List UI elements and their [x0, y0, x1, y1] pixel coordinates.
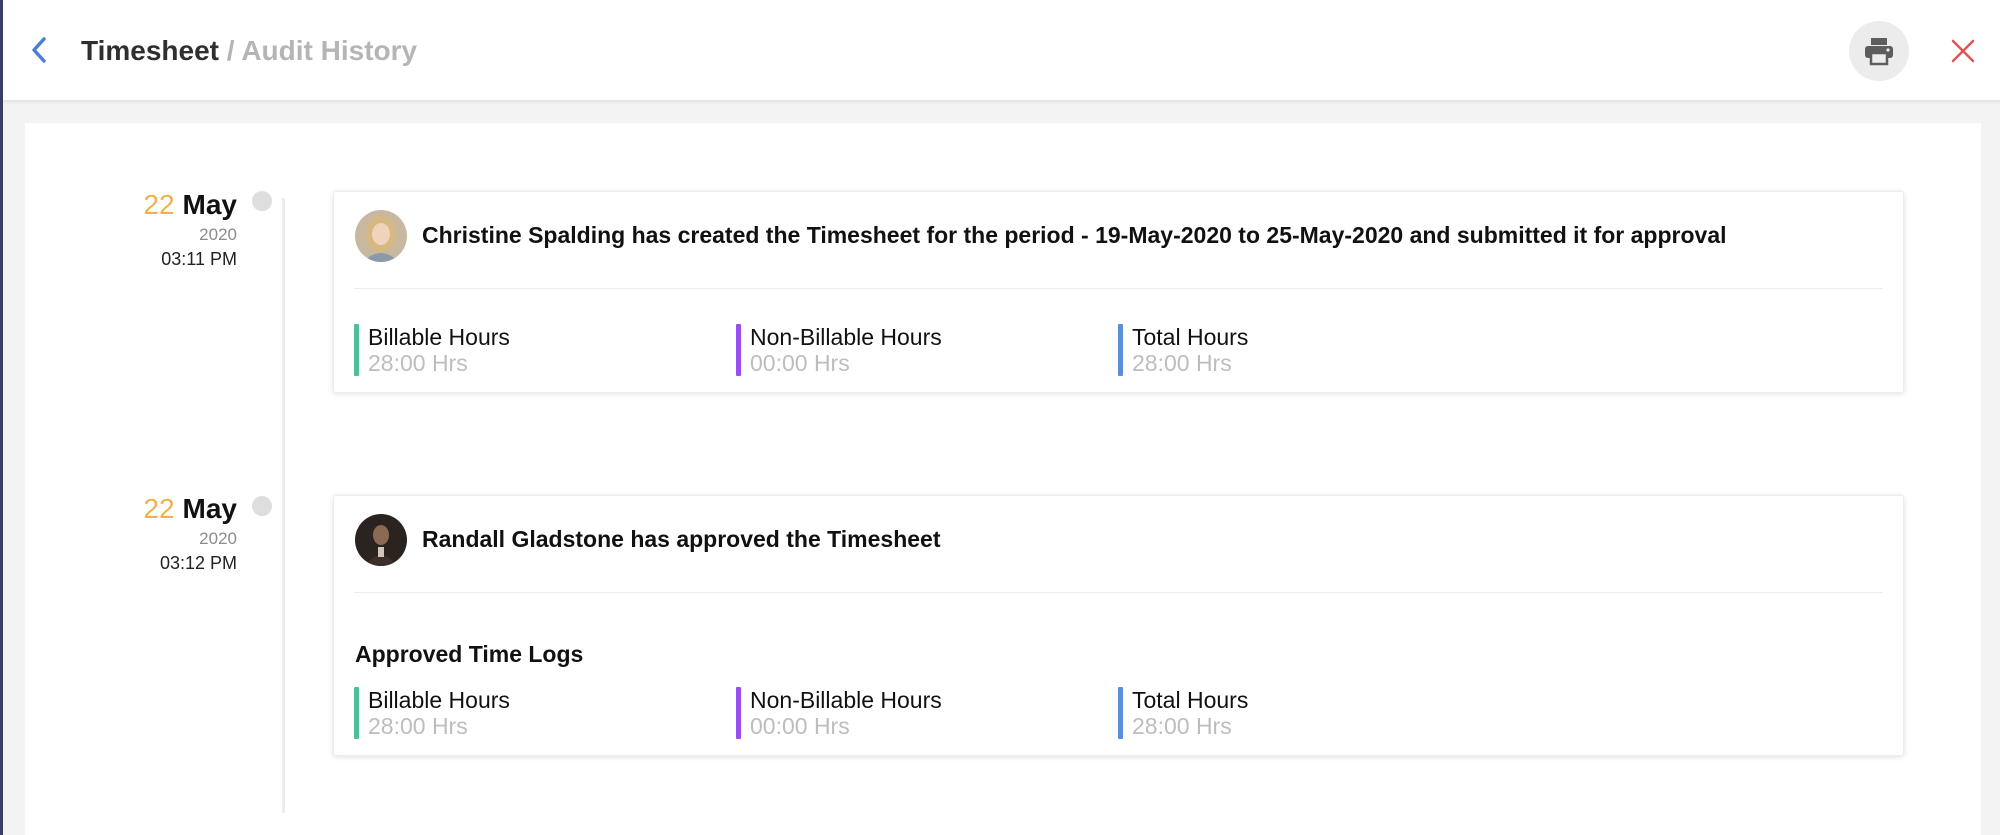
audit-message: Randall Gladstone has approved the Times…	[422, 526, 941, 552]
stat-value: 28:00 Hrs	[1132, 713, 1232, 739]
printer-icon	[1865, 38, 1893, 66]
page-header: Timesheet / Audit History	[3, 0, 2000, 102]
chevron-left-icon	[32, 37, 46, 63]
audit-card: Randall Gladstone has approved the Times…	[333, 495, 1904, 756]
stat-total-hours: Total Hours 28:00 Hrs	[1118, 324, 1248, 376]
stat-non-billable-hours: Non-Billable Hours 00:00 Hrs	[736, 687, 942, 739]
stat-label: Billable Hours	[368, 324, 510, 350]
date-month: May	[182, 493, 237, 524]
entry-date: 22 May 2020 03:11 PM	[37, 189, 237, 271]
stat-billable-hours: Billable Hours 28:00 Hrs	[354, 687, 510, 739]
timeline-dot	[252, 191, 272, 211]
date-year: 2020	[199, 225, 237, 244]
page-title-main: Timesheet	[81, 35, 219, 66]
stat-value: 00:00 Hrs	[750, 713, 850, 739]
audit-message: Christine Spalding has created the Times…	[422, 222, 1727, 248]
stat-total-hours: Total Hours 28:00 Hrs	[1118, 687, 1248, 739]
stat-label: Non-Billable Hours	[750, 324, 942, 350]
date-day: 22	[143, 493, 175, 524]
timeline-line	[282, 198, 285, 813]
back-button[interactable]	[23, 32, 55, 68]
audit-card: Christine Spalding has created the Times…	[333, 191, 1904, 393]
avatar	[355, 210, 407, 262]
stat-label: Total Hours	[1132, 687, 1249, 713]
date-time: 03:11 PM	[161, 249, 237, 269]
billable-bar	[354, 687, 359, 739]
page-title: Timesheet / Audit History	[81, 34, 417, 68]
non-billable-bar	[736, 324, 741, 376]
close-button[interactable]	[1947, 35, 1979, 67]
avatar	[355, 514, 407, 566]
avatar-christine	[355, 210, 407, 262]
stat-label: Billable Hours	[368, 687, 510, 713]
stat-value: 00:00 Hrs	[750, 350, 850, 376]
total-bar	[1118, 687, 1123, 739]
stat-label: Total Hours	[1132, 324, 1249, 350]
date-month: May	[182, 189, 237, 220]
avatar-randall	[355, 514, 407, 566]
close-icon	[1951, 39, 1975, 63]
stat-billable-hours: Billable Hours 28:00 Hrs	[354, 324, 510, 376]
stat-value: 28:00 Hrs	[368, 713, 468, 739]
timeline-dot	[252, 496, 272, 516]
divider	[354, 288, 1883, 289]
non-billable-bar	[736, 687, 741, 739]
stat-non-billable-hours: Non-Billable Hours 00:00 Hrs	[736, 324, 942, 376]
audit-history-panel: 22 May 2020 03:11 PM Christine Spalding h…	[25, 123, 1981, 835]
total-bar	[1118, 324, 1123, 376]
entry-date: 22 May 2020 03:12 PM	[37, 493, 237, 575]
page-subtitle: Audit History	[241, 35, 418, 66]
print-button[interactable]	[1849, 21, 1909, 81]
stat-value: 28:00 Hrs	[368, 350, 468, 376]
stat-label: Non-Billable Hours	[750, 687, 942, 713]
date-day: 22	[143, 189, 175, 220]
breadcrumb-separator: /	[226, 35, 235, 66]
stat-value: 28:00 Hrs	[1132, 350, 1232, 376]
date-time: 03:12 PM	[159, 553, 237, 573]
section-title: Approved Time Logs	[355, 641, 584, 667]
date-year: 2020	[199, 529, 237, 548]
divider	[354, 592, 1883, 593]
billable-bar	[354, 324, 359, 376]
